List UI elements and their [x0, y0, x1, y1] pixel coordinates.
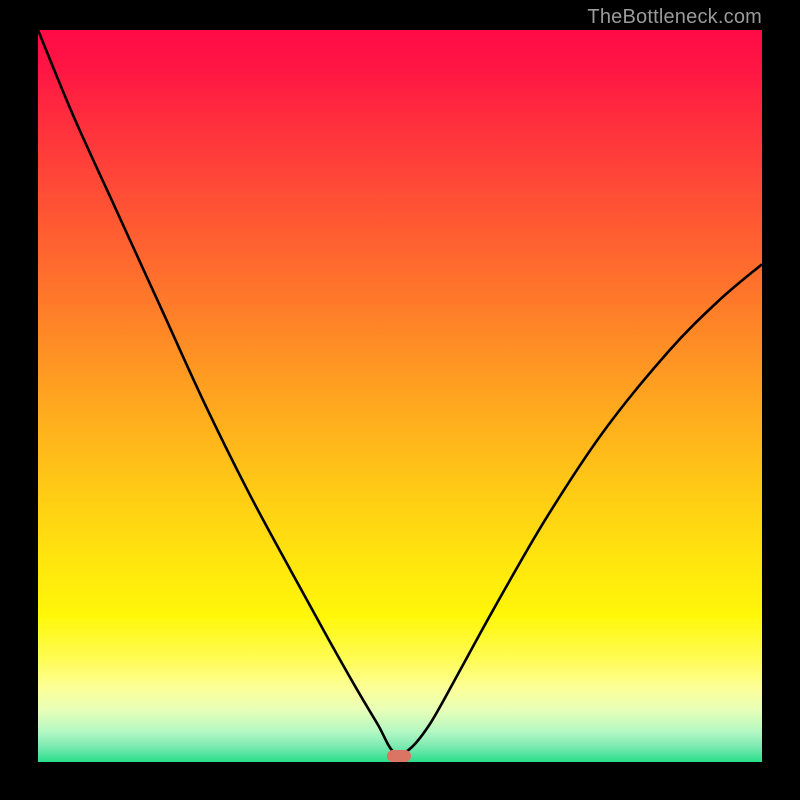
bottleneck-curve	[38, 30, 762, 762]
watermark-text: TheBottleneck.com	[587, 6, 762, 29]
curve-path	[38, 30, 762, 754]
plot-area	[38, 30, 762, 762]
chart-frame: TheBottleneck.com	[0, 0, 800, 800]
minimum-marker	[387, 750, 411, 762]
